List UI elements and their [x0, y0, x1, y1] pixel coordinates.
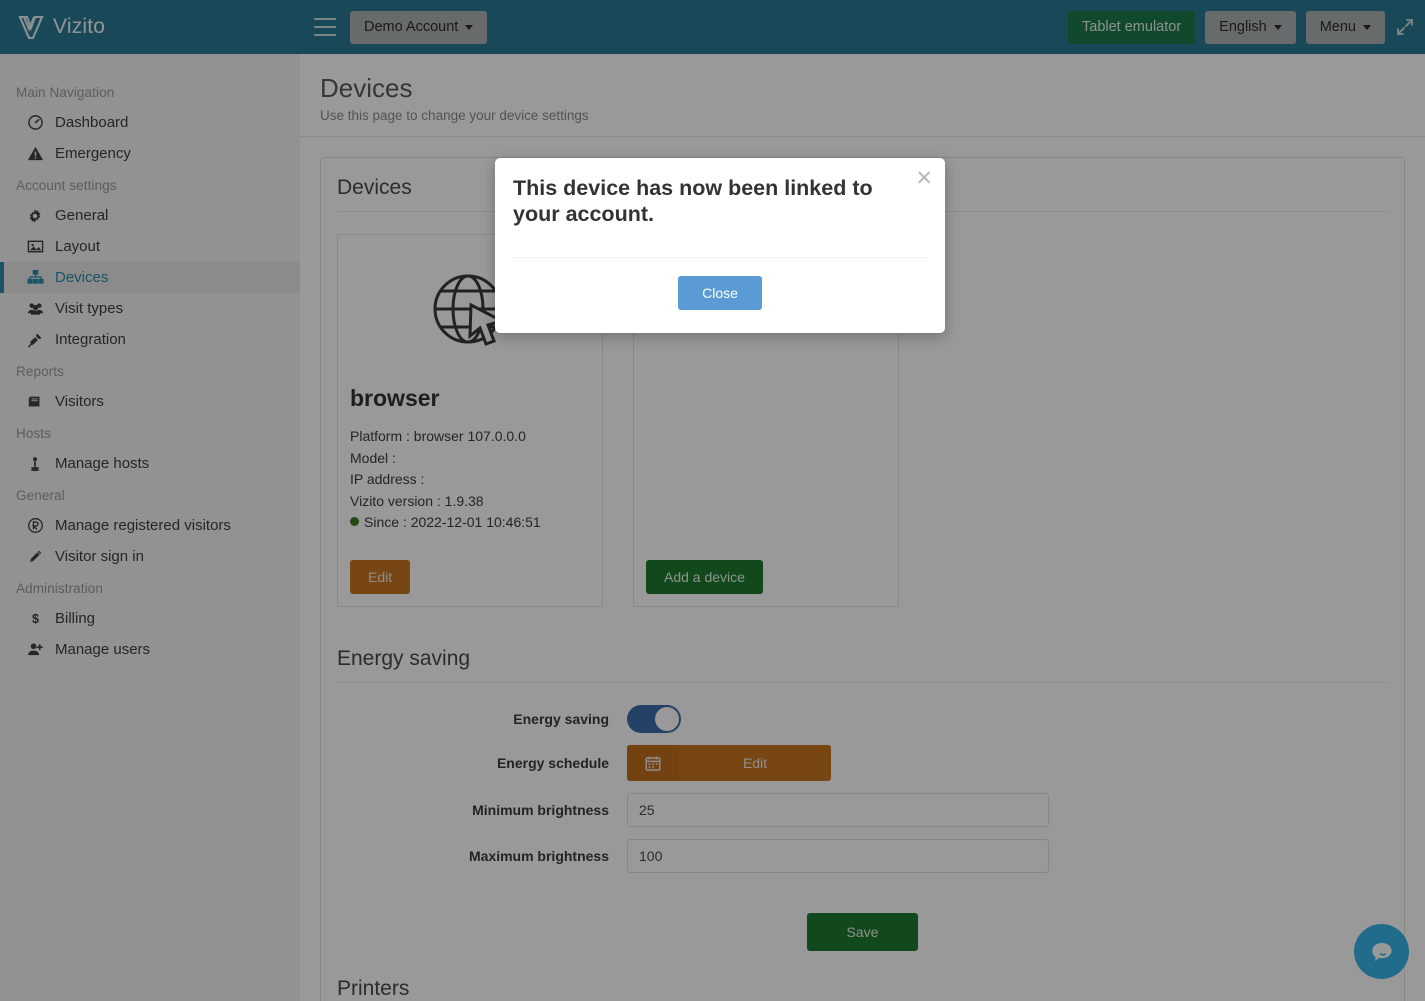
modal-title: This device has now been linked to your …	[513, 176, 873, 226]
modal-footer: Close	[495, 276, 945, 310]
modal-divider	[513, 257, 927, 258]
device-linked-modal: ✕ This device has now been linked to you…	[495, 158, 945, 333]
close-x-icon[interactable]: ✕	[915, 168, 933, 189]
modal-backdrop[interactable]	[0, 0, 1425, 1001]
modal-close-button[interactable]: Close	[678, 276, 762, 310]
